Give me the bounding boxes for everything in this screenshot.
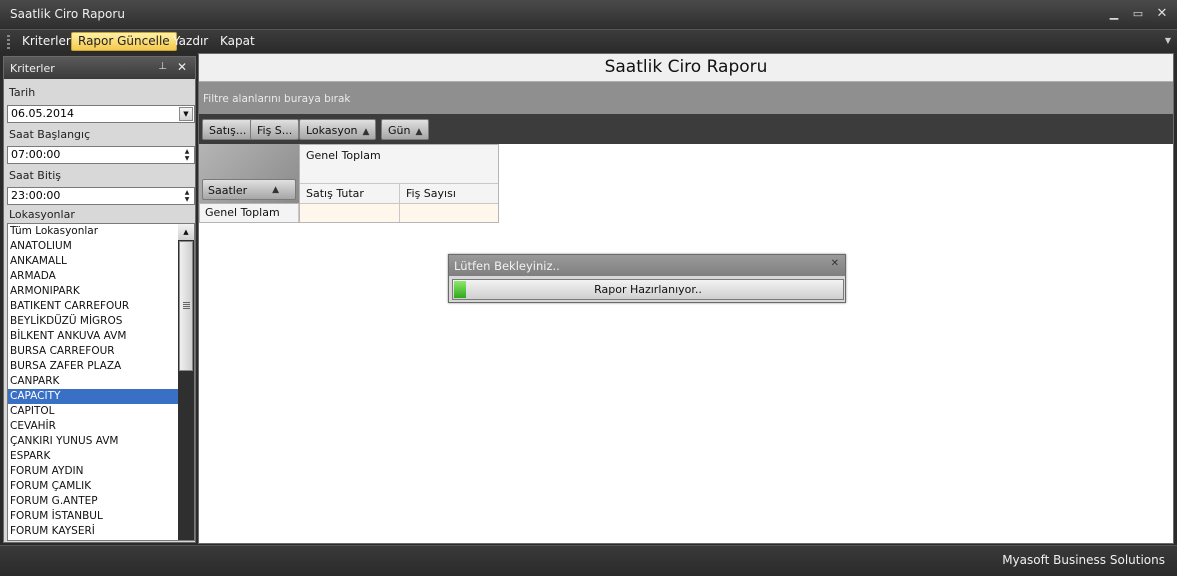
list-item[interactable]: ARMADA [8, 269, 178, 284]
maximize-icon[interactable]: ▭ [1130, 6, 1146, 22]
company-name: Myasoft Business Solutions [1002, 553, 1165, 567]
end-time-field[interactable]: 23:00:00 ▲ ▼ [7, 187, 195, 205]
list-item[interactable]: BEYLİKDÜZÜ MİGROS [8, 314, 178, 329]
data-cell [400, 204, 498, 222]
locations-scrollbar[interactable]: ▲ [178, 224, 194, 540]
wait-dialog-header: Lütfen Bekleyiniz.. ✕ [449, 255, 845, 276]
data-cell [300, 204, 400, 222]
list-item[interactable]: FORUM ÇAMLIK [8, 479, 178, 494]
pin-icon[interactable]: ⊥ [158, 61, 167, 72]
criteria-panel-header: Kriterler ⊥ ✕ [4, 57, 195, 79]
field-saatler[interactable]: Saatler ▲ [202, 179, 296, 200]
list-item[interactable]: FORUM AYDIN [8, 464, 178, 479]
end-time-label: Saat Bitiş [9, 169, 61, 182]
field-fis[interactable]: Fiş S... [250, 119, 300, 140]
list-item[interactable]: Tüm Lokasyonlar [8, 224, 178, 239]
grip-icon [7, 35, 10, 49]
list-item[interactable]: CAPITOL [8, 404, 178, 419]
list-item[interactable]: ANKAMALL [8, 254, 178, 269]
list-item[interactable]: CAPACITY [8, 389, 178, 404]
list-item[interactable]: CANPARK [8, 374, 178, 389]
list-item[interactable]: ANATOLIUM [8, 239, 178, 254]
progress-bar: Rapor Hazırlanıyor.. [452, 279, 844, 300]
filter-hint: Filtre alanlarını buraya bırak [203, 93, 351, 105]
date-dropdown-icon[interactable]: ▼ [179, 107, 193, 121]
pivot-row-header: Genel Toplam [199, 203, 300, 223]
start-time-field[interactable]: 07:00:00 ▲ ▼ [7, 146, 195, 164]
list-item[interactable]: BATIKENT CARREFOUR [8, 299, 178, 314]
grand-total-column[interactable]: Genel Toplam [300, 145, 498, 184]
field-lokasyon[interactable]: Lokasyon ▲ [299, 119, 377, 140]
menu-rapor-guncelle[interactable]: Rapor Güncelle [71, 32, 177, 51]
criteria-panel-title: Kriterler [10, 62, 55, 75]
field-satis[interactable]: Satış... [202, 119, 254, 140]
end-time-value: 23:00:00 [11, 189, 61, 202]
sort-asc-icon: ▲ [272, 185, 279, 195]
locations-items: Tüm Lokasyonlar ANATOLIUM ANKAMALL ARMADA AR… [8, 224, 178, 539]
title-bar: Saatlik Ciro Raporu ▁ ▭ ✕ [0, 0, 1177, 29]
list-item[interactable]: ESPARK [8, 449, 178, 464]
panel-close-icon[interactable]: ✕ [177, 60, 187, 74]
report-title: Saatlik Ciro Raporu [199, 54, 1173, 81]
start-time-label: Saat Başlangıç [9, 128, 91, 141]
sort-asc-icon: ▲ [362, 127, 370, 137]
list-item[interactable]: FORUM KAYSERİ [8, 524, 178, 539]
progress-text: Rapor Hazırlanıyor.. [594, 283, 702, 296]
minimize-icon[interactable]: ▁ [1106, 6, 1122, 22]
start-time-down-icon[interactable]: ▼ [182, 155, 192, 163]
column-field-zone: Satış... Fiş S... Lokasyon ▲ Gün ▲ [199, 114, 1173, 144]
sort-asc-icon: ▲ [415, 127, 423, 137]
date-label: Tarih [9, 86, 36, 99]
wait-dialog-title: Lütfen Bekleyiniz.. [454, 259, 560, 273]
wait-dialog: Lütfen Bekleyiniz.. ✕ Rapor Hazırlanıyor… [448, 254, 846, 303]
scroll-up-icon[interactable]: ▲ [178, 224, 194, 240]
grand-total-row[interactable]: Genel Toplam [200, 204, 299, 222]
field-gun[interactable]: Gün ▲ [381, 119, 430, 140]
list-item[interactable]: FORUM İSTANBUL [8, 509, 178, 524]
menu-overflow-icon[interactable]: ▼ [1165, 36, 1171, 45]
status-bar: Myasoft Business Solutions [0, 545, 1177, 576]
locations-list[interactable]: Tüm Lokasyonlar ANATOLIUM ANKAMALL ARMADA AR… [7, 223, 195, 541]
locations-label: Lokasyonlar [9, 208, 75, 221]
menu-bar: Kriterler Rapor Güncelle Yazdır Kapat ▼ [0, 29, 1177, 53]
list-item[interactable]: BİLKENT ANKUVA AVM [8, 329, 178, 344]
pivot-column-header: Genel Toplam Satış Tutar Fiş Sayısı [299, 144, 499, 223]
scroll-thumb[interactable] [179, 241, 193, 371]
list-item[interactable]: ÇANKIRI YUNUS AVM [8, 434, 178, 449]
dialog-close-icon[interactable]: ✕ [831, 258, 839, 269]
menu-kapat[interactable]: Kapat [214, 32, 261, 51]
measure-satis-tutar[interactable]: Satış Tutar [300, 184, 400, 204]
menu-yazdir[interactable]: Yazdır [167, 32, 214, 51]
criteria-panel: Kriterler ⊥ ✕ Tarih 06.05.2014 ▼ Saat Ba… [3, 56, 196, 543]
list-item[interactable]: CEVAHİR [8, 419, 178, 434]
date-value: 06.05.2014 [11, 107, 74, 120]
measure-fis-sayisi[interactable]: Fiş Sayısı [400, 184, 498, 204]
list-item[interactable]: BURSA ZAFER PLAZA [8, 359, 178, 374]
list-item[interactable]: BURSA CARREFOUR [8, 344, 178, 359]
window-title: Saatlik Ciro Raporu [10, 7, 125, 21]
end-time-down-icon[interactable]: ▼ [182, 196, 192, 204]
start-time-value: 07:00:00 [11, 148, 61, 161]
menu-kriterler[interactable]: Kriterler [16, 32, 77, 51]
close-icon[interactable]: ✕ [1154, 6, 1170, 22]
list-item[interactable]: ARMONIPARK [8, 284, 178, 299]
list-item[interactable]: FORUM G.ANTEP [8, 494, 178, 509]
filter-drop-zone[interactable]: Filtre alanlarını buraya bırak [199, 81, 1173, 114]
date-field[interactable]: 06.05.2014 ▼ [7, 105, 195, 123]
